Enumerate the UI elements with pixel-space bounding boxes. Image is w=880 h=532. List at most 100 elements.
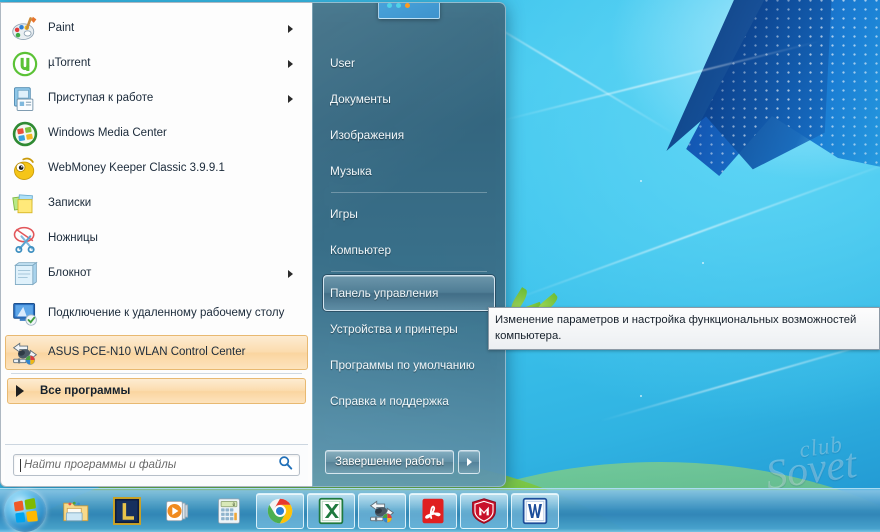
place-label: User [330,56,355,70]
acrobat-taskbar-button[interactable] [409,492,457,529]
shutdown-button[interactable]: Завершение работы [325,450,455,474]
place-label: Устройства и принтеры [330,322,458,336]
shutdown-label: Завершение работы [335,456,445,468]
submenu-arrow-icon[interactable] [288,269,298,278]
getting-started-icon [11,85,39,113]
program-label: Записки [48,197,92,210]
shutdown-options-button[interactable] [458,450,481,474]
mcafee-icon [470,497,498,525]
explorer-taskbar-button[interactable] [52,493,100,529]
media-center-icon [11,120,39,148]
places-list[interactable]: User Документы Изображения Музыка Игры Компью… [323,45,495,419]
place-label: Музыка [330,164,372,178]
asus-wlan-icon [11,339,39,367]
program-item[interactable]: Приступая к работе [5,81,308,116]
start-menu[interactable]: Paint µTorrent Приступая к работе Windows M… [0,2,506,487]
shutdown-zone[interactable]: Завершение работы [323,450,495,486]
place-item[interactable]: Документы [323,81,495,117]
program-label: Приступая к работе [48,92,154,105]
place-item[interactable]: Музыка [323,153,495,189]
chrome-taskbar-button[interactable] [256,492,304,529]
programs-separator [11,373,302,374]
submenu-arrow-icon[interactable] [288,59,298,68]
chrome-icon [266,497,294,525]
calculator-icon: 0 [215,497,243,525]
start-orb[interactable] [4,489,46,532]
program-label: Подключение к удаленному рабочему столу [48,306,285,319]
excel-icon [317,497,345,525]
mcafee-taskbar-button[interactable] [460,492,508,529]
wmp-taskbar-button[interactable] [154,493,202,529]
place-label: Панель управления [330,286,439,300]
media-player-icon [164,497,192,525]
submenu-arrow-icon[interactable] [288,94,298,103]
watermark-line1: club [797,431,845,463]
submenu-arrow-icon[interactable] [288,24,298,33]
program-item[interactable]: WebMoney Keeper Classic 3.9.9.1 [5,151,308,186]
program-item[interactable]: µTorrent [5,46,308,81]
control-panel-tooltip: Изменение параметров и настройка функцио… [488,307,880,350]
program-item[interactable]: ASUS PCE-N10 WLAN Control Center [5,335,308,370]
start-menu-left-pane[interactable]: Paint µTorrent Приступая к работе Windows M… [0,2,312,487]
utorrent-icon [11,50,39,78]
program-label: Блокнот [48,267,92,280]
pinned-and-recent-programs-list[interactable]: Paint µTorrent Приступая к работе Windows M… [5,9,308,370]
start-menu-right-pane[interactable]: User Документы Изображения Музыка Игры Компью… [312,2,506,487]
league-taskbar-button[interactable] [103,493,151,529]
word-icon [521,497,549,525]
calculator-taskbar-button[interactable]: 0 [205,493,253,529]
place-item[interactable]: Программы по умолчанию [323,347,495,383]
excel-taskbar-button[interactable] [307,492,355,529]
avatar-led [387,3,392,8]
remote-desktop-icon [11,299,39,327]
user-avatar[interactable] [378,3,440,19]
place-item[interactable]: User [323,45,495,81]
league-icon [112,496,142,525]
search-zone[interactable]: Найти программы и файлы [5,444,308,486]
user-avatar-zone[interactable] [323,3,495,45]
chevron-right-icon [16,385,24,397]
places-separator [331,192,487,193]
program-label: WebMoney Keeper Classic 3.9.9.1 [48,162,225,175]
place-item[interactable]: Панель управления [323,275,495,311]
search-icon[interactable] [278,455,293,475]
taskbar-buttons[interactable]: 0 [52,492,562,529]
all-programs-button[interactable]: Все программы [7,378,306,404]
windows-logo-icon [13,497,39,523]
wallpaper-dot [702,262,704,264]
asus-wlan-taskbar-button[interactable] [358,492,406,529]
program-label: Paint [48,22,75,35]
wallpaper-dot [640,180,642,182]
all-programs-label: Все программы [40,385,131,397]
avatar-led [405,3,410,8]
taskbar[interactable]: 0 [0,488,880,532]
wallpaper-dot [640,395,642,397]
acrobat-icon [419,497,447,525]
chevron-right-icon [466,458,472,466]
place-item[interactable]: Справка и поддержка [323,383,495,419]
search-placeholder: Найти программы и файлы [24,459,177,471]
place-item[interactable]: Устройства и принтеры [323,311,495,347]
avatar-led [396,3,401,8]
program-item[interactable]: Записки [5,186,308,221]
webmoney-icon [11,155,39,183]
program-item[interactable]: Ножницы [5,221,308,256]
folder-icon [62,497,90,525]
text-caret [20,458,21,472]
word-taskbar-button[interactable] [511,492,559,529]
program-item[interactable]: Windows Media Center [5,116,308,151]
sticky-notes-icon [11,190,39,218]
place-label: Программы по умолчанию [330,358,475,372]
place-label: Справка и поддержка [330,394,449,408]
program-item[interactable]: Блокнот [5,256,308,291]
program-item[interactable]: Paint [5,11,308,46]
asus-wlan-icon [368,497,396,525]
place-label: Игры [330,207,358,221]
places-separator [331,271,487,272]
program-item[interactable]: Подключение к удаленному рабочему столу [5,291,308,335]
search-input[interactable]: Найти программы и файлы [13,454,300,476]
place-item[interactable]: Компьютер [323,232,495,268]
place-label: Компьютер [330,243,392,257]
place-item[interactable]: Изображения [323,117,495,153]
place-item[interactable]: Игры [323,196,495,232]
